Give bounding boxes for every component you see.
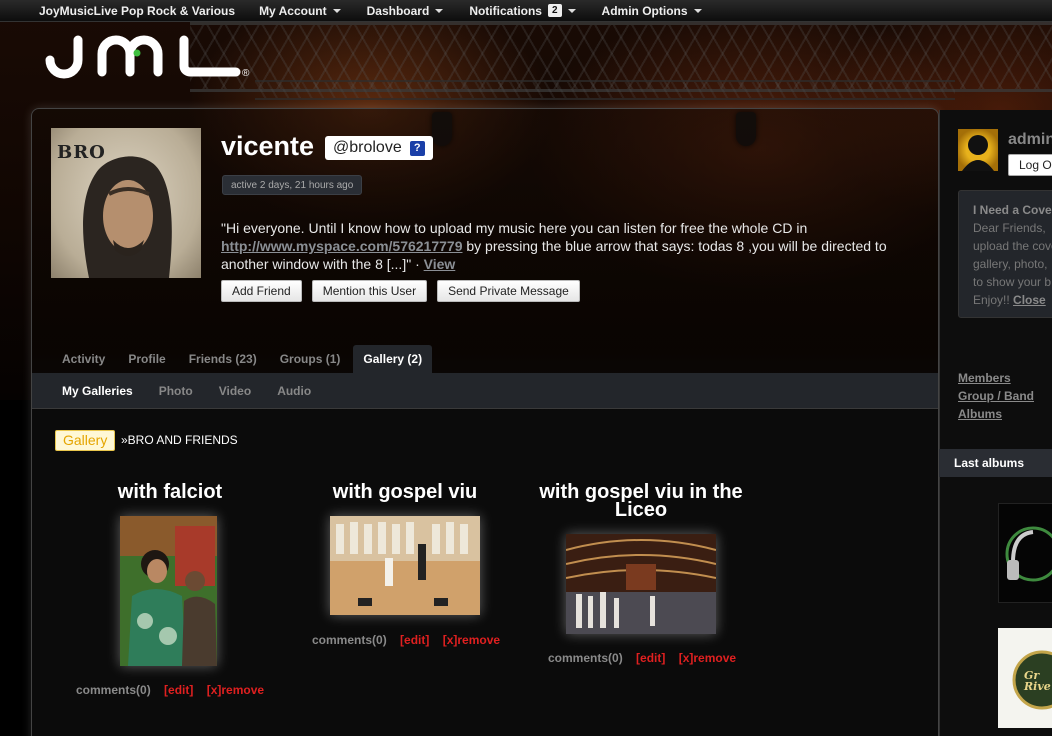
help-icon[interactable]: ? — [409, 140, 425, 156]
dashboard-menu[interactable]: Dashboard — [367, 4, 444, 18]
current-user-name[interactable]: admin — [1008, 131, 1052, 149]
album-thumbnail[interactable] — [120, 516, 217, 666]
admin-options-menu[interactable]: Admin Options — [602, 4, 702, 18]
album-photo-falciot — [120, 516, 217, 666]
subtab-photo[interactable]: Photo — [159, 384, 193, 398]
notice-box: I Need a Cover Dear Friends, upload the … — [958, 190, 1052, 318]
svg-text:®: ® — [242, 68, 250, 79]
album-thumbnail[interactable] — [330, 516, 480, 615]
album-cover-text: Gr Rive — [1024, 669, 1051, 693]
admin-options-label: Admin Options — [601, 3, 688, 18]
subtab-video[interactable]: Video — [219, 384, 251, 398]
notice-line: gallery, photo, — [973, 257, 1048, 271]
album-meta: comments(0) [edit] [x]remove — [548, 651, 736, 665]
album-photo-liceo — [566, 534, 716, 634]
remove-album-link[interactable]: [x]remove — [443, 633, 500, 647]
notice-last-line: Enjoy!! Close — [973, 291, 1052, 309]
sidebar-item-members[interactable]: Members — [958, 369, 1034, 387]
view-bio-link[interactable]: View — [424, 256, 456, 272]
comments-link[interactable]: comments(0) — [312, 633, 387, 647]
notice-title: I Need a Cover — [973, 203, 1052, 217]
comments-link[interactable]: comments(0) — [548, 651, 623, 665]
bio-text-start: "Hi everyone. Until I know how to upload… — [221, 220, 808, 236]
notice-line: to show your b — [973, 275, 1052, 289]
profile-tabs: Activity Profile Friends (23) Groups (1)… — [52, 345, 435, 373]
notice-line: Dear Friends, — [973, 221, 1046, 235]
profile-name: vicente — [221, 131, 315, 161]
notification-count-badge: 2 — [547, 4, 562, 17]
handle-text: @brolove — [333, 139, 402, 156]
edit-album-link[interactable]: [edit] — [400, 633, 429, 647]
chevron-down-icon — [693, 8, 702, 13]
gallery-breadcrumb-tag[interactable]: Gallery — [55, 430, 116, 451]
tab-gallery[interactable]: Gallery (2) — [353, 345, 433, 373]
subtab-my-galleries[interactable]: My Galleries — [62, 384, 133, 398]
tab-groups[interactable]: Groups (1) — [270, 345, 351, 373]
mention-user-button[interactable]: Mention this User — [311, 280, 428, 302]
dashboard-label: Dashboard — [366, 3, 430, 18]
tab-activity[interactable]: Activity — [52, 345, 115, 373]
profile-avatar[interactable]: BRO — [51, 128, 201, 278]
notice-line: Enjoy!! — [973, 293, 1014, 307]
site-name-link[interactable]: JoyMusicLive Pop Rock & Various — [39, 4, 235, 18]
comments-link[interactable]: comments(0) — [76, 683, 151, 697]
activity-status-badge: active 2 days, 21 hours ago — [222, 175, 363, 195]
subtab-audio[interactable]: Audio — [277, 384, 311, 398]
my-account-menu[interactable]: My Account — [259, 4, 341, 18]
chevron-down-icon — [435, 8, 444, 13]
current-user-avatar[interactable] — [958, 129, 998, 171]
notice-close-link[interactable]: Close — [1013, 293, 1046, 307]
profile-bio: "Hi everyone. Until I know how to upload… — [221, 219, 916, 273]
send-private-message-button[interactable]: Send Private Message — [437, 280, 580, 302]
notifications-label: Notifications — [469, 3, 542, 18]
album-photo-gospel — [330, 516, 480, 615]
gallery-subtabs: My Galleries Photo Video Audio — [32, 373, 938, 409]
album-meta: comments(0) [edit] [x]remove — [76, 683, 264, 697]
last-albums-header: Last albums — [939, 449, 1052, 477]
album-title-text: with falciot — [117, 481, 223, 503]
chevron-down-icon — [567, 8, 576, 13]
album-thumbnail[interactable] — [566, 534, 716, 634]
profile-actions: Add Friend Mention this User Send Privat… — [221, 280, 580, 302]
album-title[interactable]: with gospel viu — [315, 481, 495, 503]
avatar-logo-text: BRO — [57, 142, 106, 163]
album-title-text: with gospel viu — [332, 481, 478, 503]
sidebar-item-albums[interactable]: Albums — [958, 405, 1034, 423]
edit-album-link[interactable]: [edit] — [636, 651, 665, 665]
headphones-icon — [1005, 526, 1052, 582]
notifications-menu[interactable]: Notifications 2 — [469, 3, 576, 18]
sidebar-links: Members Group / Band Albums — [958, 369, 1034, 423]
album-title-text: with gospel viu in the Liceo — [539, 481, 743, 521]
album-title[interactable]: with gospel viu in the Liceo — [532, 481, 750, 521]
tab-friends[interactable]: Friends (23) — [179, 345, 267, 373]
album-title[interactable]: with falciot — [90, 481, 250, 503]
lighting-truss-lower — [255, 80, 955, 100]
notice-line: upload the cove — [973, 239, 1052, 253]
myspace-link[interactable]: http://www.myspace.com/576217779 — [221, 238, 462, 254]
chevron-down-icon — [332, 8, 341, 13]
gallery-breadcrumb: »BRO AND FRIENDS — [121, 433, 238, 447]
site-logo[interactable]: ® — [38, 34, 252, 80]
remove-album-link[interactable]: [x]remove — [679, 651, 736, 665]
sidebar-item-group-band[interactable]: Group / Band — [958, 387, 1034, 405]
profile-handle: @brolove ? — [325, 136, 433, 160]
last-album-cover[interactable]: Gr Rive — [998, 628, 1052, 728]
top-navigation-bar: JoyMusicLive Pop Rock & Various My Accou… — [0, 0, 1052, 22]
user-silhouette-icon — [962, 135, 994, 171]
album-meta: comments(0) [edit] [x]remove — [312, 633, 500, 647]
edit-album-link[interactable]: [edit] — [164, 683, 193, 697]
tab-profile[interactable]: Profile — [118, 345, 175, 373]
logout-button[interactable]: Log Out — [1008, 154, 1052, 176]
remove-album-link[interactable]: [x]remove — [207, 683, 264, 697]
my-account-label: My Account — [259, 3, 327, 18]
add-friend-button[interactable]: Add Friend — [221, 280, 302, 302]
last-album-cover[interactable] — [998, 503, 1052, 603]
